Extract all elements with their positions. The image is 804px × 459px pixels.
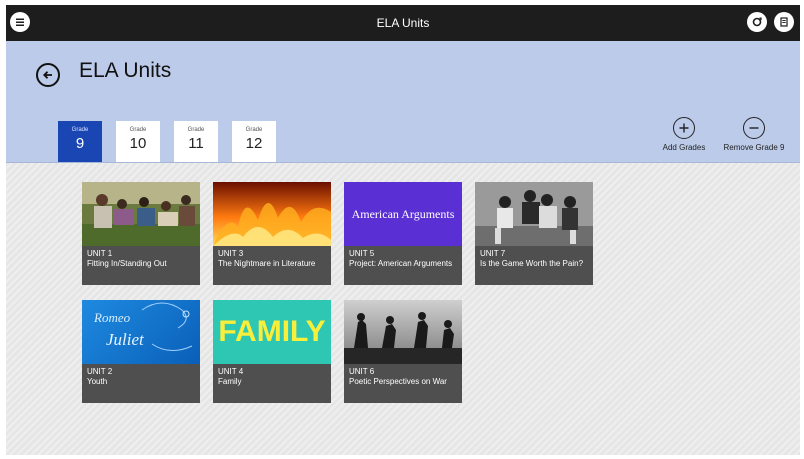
unit-tile-6[interactable]: UNIT 6 Poetic Perspectives on War xyxy=(344,300,462,403)
unit-number: UNIT 1 xyxy=(87,249,113,258)
unit-7-thumbnail xyxy=(475,182,593,246)
app-window: ELA Units ELA Units Grade 9 Grade 10 Gra… xyxy=(6,5,800,455)
unit-title: Project: American Arguments xyxy=(349,259,453,268)
unit-title: Poetic Perspectives on War xyxy=(349,377,447,386)
sync-button[interactable] xyxy=(747,12,767,32)
unit-title: Youth xyxy=(87,377,108,386)
add-grades-label: Add Grades xyxy=(662,143,706,152)
remove-grade-label: Remove Grade 9 xyxy=(723,143,785,152)
thumbnail-text-romeo: Romeo xyxy=(94,310,131,325)
grade-label: Grade xyxy=(245,127,263,133)
notes-icon xyxy=(780,17,788,27)
grade-number: 12 xyxy=(245,135,263,152)
grade-label: Grade xyxy=(71,127,89,133)
sync-icon xyxy=(752,17,762,27)
back-arrow-icon xyxy=(43,71,52,79)
grade-tab-11[interactable]: Grade 11 xyxy=(174,121,218,162)
unit-tile-2[interactable]: Romeo Juliet UNIT 2 Youth xyxy=(82,300,200,403)
unit-title: Family xyxy=(218,377,242,386)
unit-number: UNIT 2 xyxy=(87,367,113,376)
unit-2-thumbnail: Romeo Juliet xyxy=(82,300,200,364)
unit-3-thumbnail xyxy=(213,182,331,246)
grade-tab-12[interactable]: Grade 12 xyxy=(232,121,276,162)
back-button[interactable] xyxy=(36,63,60,87)
add-grades-button[interactable]: Add Grades xyxy=(657,117,711,152)
unit-tile-5[interactable]: American Arguments UNIT 5 Project: Ameri… xyxy=(344,182,462,285)
unit-5-thumbnail: American Arguments xyxy=(344,182,462,246)
app-title: ELA Units xyxy=(376,16,430,30)
thumbnail-text-juliet: Juliet xyxy=(106,330,144,349)
grade-label: Grade xyxy=(187,127,205,133)
grade-tab-9[interactable]: Grade 9 xyxy=(58,121,102,162)
page-title: ELA Units xyxy=(79,59,172,82)
unit-title: Fitting In/Standing Out xyxy=(87,259,167,268)
grade-number: 9 xyxy=(75,135,85,152)
unit-number: UNIT 7 xyxy=(480,249,506,258)
remove-grade-button[interactable]: Remove Grade 9 xyxy=(714,117,794,152)
thumbnail-text: American Arguments xyxy=(351,206,455,221)
unit-tile-1[interactable]: UNIT 1 Fitting In/Standing Out xyxy=(82,182,200,285)
unit-1-thumbnail xyxy=(82,182,200,246)
unit-number: UNIT 6 xyxy=(349,367,375,376)
unit-number: UNIT 5 xyxy=(349,249,375,258)
minus-icon xyxy=(743,117,765,139)
unit-number: UNIT 3 xyxy=(218,249,244,258)
notes-button[interactable] xyxy=(774,12,794,32)
unit-number: UNIT 4 xyxy=(218,367,244,376)
grade-tab-10[interactable]: Grade 10 xyxy=(116,121,160,162)
title-bar: ELA Units xyxy=(6,5,800,41)
unit-4-thumbnail: FAMILY xyxy=(213,300,331,364)
unit-tile-7[interactable]: UNIT 7 Is the Game Worth the Pain? xyxy=(475,182,593,285)
grade-number: 10 xyxy=(129,135,147,152)
thumbnail-text: FAMILY xyxy=(218,315,326,348)
grade-number: 11 xyxy=(188,135,204,152)
page-header: ELA Units Grade 9 Grade 10 Grade 11 Grad… xyxy=(6,41,800,163)
unit-title: The Nightmare in Literature xyxy=(218,259,316,268)
unit-tile-4[interactable]: FAMILY UNIT 4 Family xyxy=(213,300,331,403)
grade-label: Grade xyxy=(129,127,147,133)
unit-tile-3[interactable]: UNIT 3 The Nightmare in Literature xyxy=(213,182,331,285)
plus-icon xyxy=(673,117,695,139)
unit-6-thumbnail xyxy=(344,300,462,364)
unit-title: Is the Game Worth the Pain? xyxy=(480,259,584,268)
